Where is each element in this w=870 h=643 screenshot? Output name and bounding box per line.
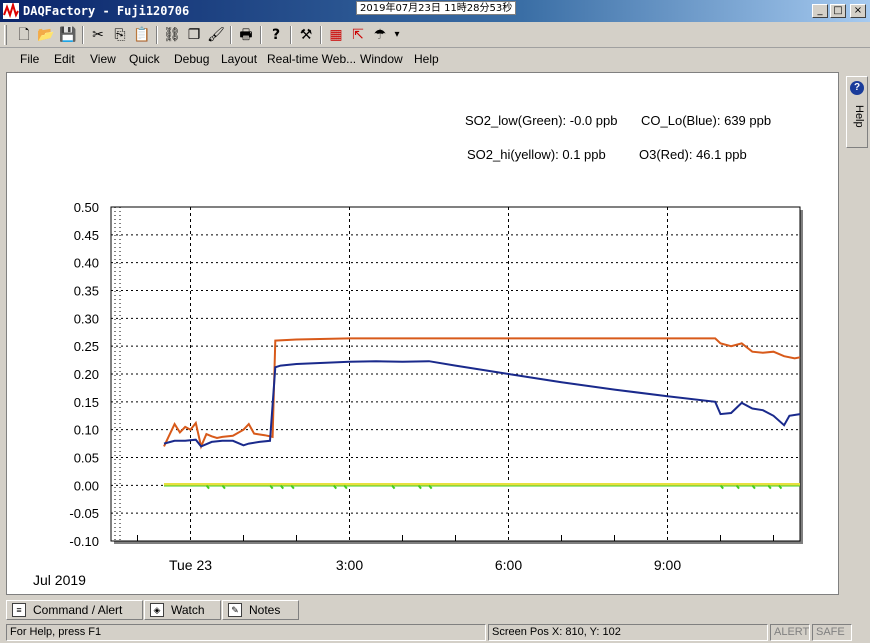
y-tick-label: 0.50 [74, 200, 99, 215]
title-bar: DAQFactory - Fuji120706 2019年07月23日 11時2… [0, 0, 870, 22]
menu-view[interactable]: View [90, 52, 116, 66]
paste-icon[interactable]: 📋 [132, 25, 152, 45]
tab-label: Notes [249, 603, 281, 617]
toolbar-more-button[interactable]: ▾ [392, 25, 402, 45]
y-tick-label: 0.45 [74, 228, 99, 243]
copy-icon[interactable]: ⎘ [110, 25, 130, 45]
menu-debug[interactable]: Debug [174, 52, 209, 66]
menu-edit[interactable]: Edit [54, 52, 75, 66]
status-screen-pos: Screen Pos X: 810, Y: 102 [488, 624, 768, 641]
trend-graph[interactable]: 0.50 0.45 0.40 0.35 0.30 0.25 0.20 0.15 0.10 0.05… [7, 73, 838, 594]
toolbar-separator [290, 26, 292, 44]
clock-display: 2019年07月23日 11時28分53秒 [356, 1, 517, 15]
menu-window[interactable]: Window [360, 52, 403, 66]
web-icon[interactable]: ☂ [370, 25, 390, 45]
duplicate-icon[interactable]: ❐ [184, 25, 204, 45]
watch-icon: ◈ [150, 603, 164, 617]
y-tick-label: 0.15 [74, 395, 99, 410]
tab-notes[interactable]: ✎ Notes [222, 600, 299, 620]
toolbar-separator [320, 26, 322, 44]
y-tick-label: 0.20 [74, 367, 99, 382]
y-tick-label: 0.10 [74, 423, 99, 438]
help-icon[interactable]: ? [266, 25, 286, 45]
toolbar: 🗋 📂 💾 ✂ ⎘ 📋 ⛓ ❐ 🖌 🖶 ? ⚒ ▦ ⇱ ☂ ▾ [0, 22, 870, 48]
toolbar-separator [260, 26, 262, 44]
menu-bar: File Edit View Quick Debug Layout Real-t… [0, 49, 870, 69]
save-icon[interactable]: 💾 [58, 25, 78, 45]
cut-icon[interactable]: ✂ [88, 25, 108, 45]
bottom-tabs: ≡ Command / Alert ◈ Watch ✎ Notes [0, 598, 870, 620]
y-tick-label: 0.25 [74, 339, 99, 354]
help-side-tab[interactable]: ? Help [846, 76, 868, 148]
app-icon [3, 3, 19, 19]
tools-icon[interactable]: ⚒ [296, 25, 316, 45]
notes-icon: ✎ [228, 603, 242, 617]
brush-icon[interactable]: 🖌 [206, 25, 226, 45]
y-tick-label: 0.40 [74, 256, 99, 271]
tab-command-alert[interactable]: ≡ Command / Alert [6, 600, 143, 620]
maximize-button[interactable]: □ [830, 4, 846, 18]
minimize-button[interactable]: _ [812, 4, 828, 18]
table-icon[interactable]: ▦ [326, 25, 346, 45]
menu-layout[interactable]: Layout [221, 52, 257, 66]
x-tick-label: 6:00 [495, 557, 522, 573]
menu-file[interactable]: File [20, 52, 39, 66]
link-icon[interactable]: ⛓ [162, 25, 182, 45]
toolbar-separator [82, 26, 84, 44]
toolbar-grip[interactable] [4, 25, 7, 45]
menu-quick[interactable]: Quick [129, 52, 160, 66]
new-icon[interactable]: 🗋 [14, 25, 34, 45]
status-help-text: For Help, press F1 [6, 624, 486, 641]
tab-label: Command / Alert [33, 603, 123, 617]
x-tick-label: 3:00 [336, 557, 363, 573]
command-icon: ≡ [12, 603, 26, 617]
y-tick-label: 0.30 [74, 311, 99, 326]
y-tick-label: 0.00 [74, 478, 99, 493]
y-tick-label: -0.05 [69, 506, 99, 521]
print-icon[interactable]: 🖶 [236, 25, 256, 45]
status-alert: ALERT [770, 624, 810, 641]
y-tick-label: 0.35 [74, 284, 99, 299]
x-date-label: Jul 2019 [33, 572, 86, 588]
status-bar: For Help, press F1 Screen Pos X: 810, Y:… [0, 622, 870, 643]
page-canvas: SO2_low(Green): -0.0 ppb CO_Lo(Blue): 63… [6, 72, 839, 595]
menu-realtime-web[interactable]: Real-time Web... [267, 52, 356, 66]
x-tick-label: 9:00 [654, 557, 681, 573]
export-icon[interactable]: ⇱ [348, 25, 368, 45]
x-tick-label: Tue 23 [169, 557, 212, 573]
tab-watch[interactable]: ◈ Watch [144, 600, 221, 620]
toolbar-separator [156, 26, 158, 44]
window-title: DAQFactory - Fuji120706 [23, 4, 190, 18]
status-safe: SAFE [812, 624, 852, 641]
help-icon: ? [850, 81, 864, 95]
tab-label: Watch [171, 603, 205, 617]
menu-help[interactable]: Help [414, 52, 439, 66]
y-tick-label: 0.05 [74, 451, 99, 466]
help-tab-label: Help [853, 105, 865, 128]
open-icon[interactable]: 📂 [36, 25, 56, 45]
y-tick-label: -0.10 [69, 534, 99, 549]
toolbar-separator [230, 26, 232, 44]
close-button[interactable]: × [850, 4, 866, 18]
